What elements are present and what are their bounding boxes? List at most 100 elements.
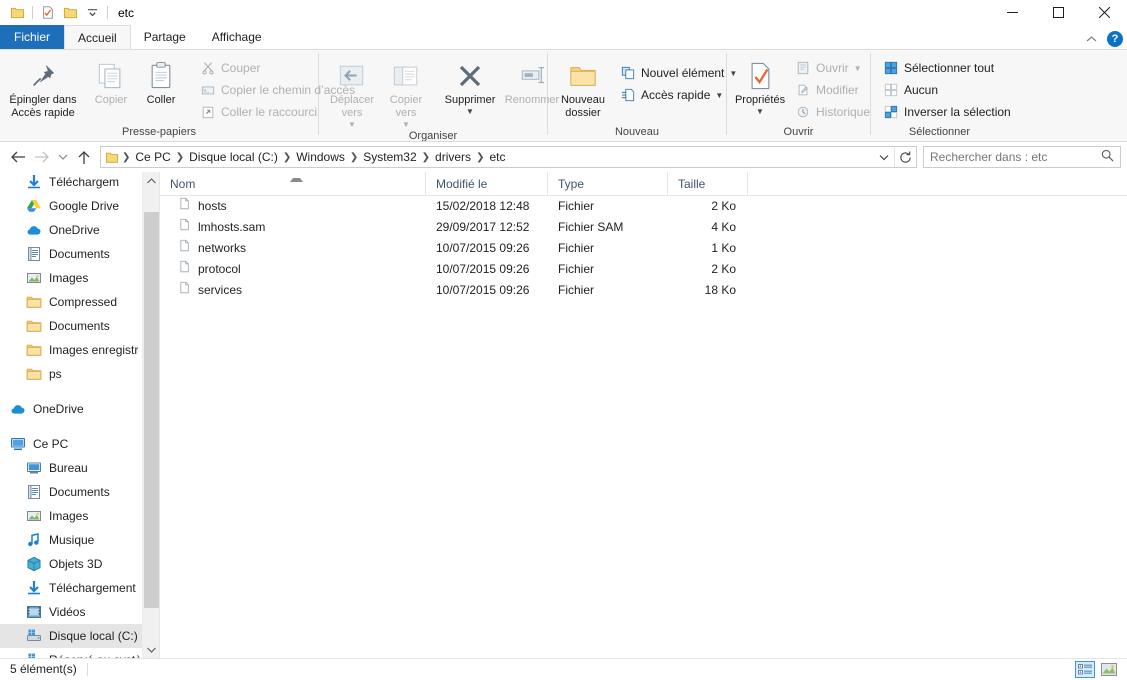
sidebar-item-musique[interactable]: Musique [0, 528, 159, 552]
sidebar-item-documents[interactable]: Documents [0, 314, 159, 338]
scroll-down-arrow-icon[interactable] [143, 641, 159, 658]
easy-access-caret-icon[interactable]: ▼ [715, 91, 723, 100]
details-view-button[interactable] [1075, 661, 1095, 678]
copy-button[interactable]: Copier [86, 55, 136, 107]
sidebar-item-documents[interactable]: Documents [0, 480, 159, 504]
qat-customize-caret-icon[interactable] [81, 2, 103, 24]
breadcrumb-item-ce-pc[interactable]: Ce PC [131, 147, 174, 167]
open-caret-icon[interactable]: ▼ [854, 64, 862, 73]
table-row[interactable]: protocol 10/07/2015 09:26 Fichier 2 Ko [160, 259, 1127, 280]
large-icons-view-button[interactable] [1099, 661, 1119, 678]
sidebar-item-images-enregistr[interactable]: Images enregistr [0, 338, 159, 362]
new-item-button[interactable]: Nouvel élément ▼ [616, 62, 741, 84]
documents-icon [26, 484, 42, 500]
sidebar-item-disque-local-c[interactable]: Disque local (C:) [0, 624, 159, 648]
sidebar-item-ce-pc[interactable]: Ce PC [0, 432, 159, 456]
open-button[interactable]: Ouvrir ▼ [791, 57, 874, 79]
column-header-type[interactable]: Type [548, 171, 668, 196]
folder-icon [26, 342, 42, 358]
table-row[interactable]: lmhosts.sam 29/09/2017 12:52 Fichier SAM 4 … [160, 217, 1127, 238]
address-input[interactable]: ❯ Ce PC ❯ Disque local (C:) ❯ Windows ❯ … [100, 146, 917, 168]
tab-fichier[interactable]: Fichier [0, 25, 65, 49]
move-to-caret-icon[interactable]: ▼ [348, 121, 356, 129]
minimize-button[interactable] [989, 0, 1035, 25]
properties-caret-icon[interactable]: ▼ [756, 108, 764, 116]
sidebar-item-label: Documents [49, 319, 110, 333]
address-dropdown-icon[interactable] [874, 147, 894, 167]
file-icon [178, 217, 191, 238]
move-to-button[interactable]: Déplacer vers ▼ [325, 55, 379, 129]
history-button[interactable]: Historique [791, 101, 874, 123]
file-name-cell[interactable]: hosts [160, 196, 426, 217]
select-none-button[interactable]: Aucun [879, 79, 1015, 101]
close-button[interactable] [1081, 0, 1127, 25]
sidebar-item-t-l-chargement[interactable]: Téléchargement [0, 576, 159, 600]
file-list-pane: Nom Modifié le Type Taille hosts 15/02/20… [160, 171, 1127, 658]
navpane-scrollbar[interactable] [142, 172, 159, 658]
column-header-nom[interactable]: Nom [160, 171, 426, 196]
paste-button[interactable]: Coller [136, 55, 186, 107]
breadcrumb-item-disque-local[interactable]: Disque local (C:) [185, 147, 282, 167]
delete-button[interactable]: Supprimer ▼ [439, 55, 501, 116]
help-icon[interactable]: ? [1107, 31, 1123, 47]
ribbon-group-nouveau: Nouveau dossier Nouvel élément ▼ Accès r… [548, 50, 737, 141]
title-bar: etc [0, 0, 1127, 25]
table-row[interactable]: services 10/07/2015 09:26 Fichier 18 Ko [160, 280, 1127, 301]
edit-button[interactable]: Modifier [791, 79, 874, 101]
sidebar-item-images[interactable]: Images [0, 266, 159, 290]
search-input[interactable]: Rechercher dans : etc [923, 146, 1121, 168]
tab-affichage[interactable]: Affichage [199, 25, 275, 49]
file-name-cell[interactable]: protocol [160, 259, 426, 280]
file-name-cell[interactable]: lmhosts.sam [160, 217, 426, 238]
sidebar-item-images[interactable]: Images [0, 504, 159, 528]
back-button[interactable] [6, 145, 30, 169]
breadcrumb-item-windows[interactable]: Windows [292, 147, 349, 167]
table-row[interactable]: hosts 15/02/2018 12:48 Fichier 2 Ko [160, 196, 1127, 217]
refresh-button[interactable] [894, 147, 916, 167]
breadcrumb-item-etc[interactable]: etc [485, 147, 509, 167]
tab-partage[interactable]: Partage [131, 25, 199, 49]
qat-properties-icon[interactable] [37, 2, 59, 24]
recent-locations-button[interactable] [54, 145, 72, 169]
column-header-taille[interactable]: Taille [668, 171, 748, 196]
breadcrumb-item-system32[interactable]: System32 [359, 147, 420, 167]
sidebar-item-bureau[interactable]: Bureau [0, 456, 159, 480]
table-row[interactable]: networks 10/07/2015 09:26 Fichier 1 Ko [160, 238, 1127, 259]
maximize-button[interactable] [1035, 0, 1081, 25]
sidebar-item-t-l-chargem[interactable]: Téléchargem [0, 172, 159, 194]
delete-caret-icon[interactable]: ▼ [466, 108, 474, 116]
sidebar-item-vid-os[interactable]: Vidéos [0, 600, 159, 624]
scrollbar-thumb[interactable] [144, 212, 159, 608]
properties-button[interactable]: Propriétés ▼ [731, 55, 789, 116]
breadcrumb-item-drivers[interactable]: drivers [431, 147, 475, 167]
qat-new-folder-icon[interactable] [59, 2, 81, 24]
move-to-label: Déplacer vers [329, 94, 375, 119]
scroll-up-arrow-icon[interactable] [143, 172, 159, 189]
sidebar-item-google-drive[interactable]: Google Drive [0, 194, 159, 218]
sidebar-item-onedrive[interactable]: OneDrive [0, 397, 159, 421]
sidebar-item-onedrive[interactable]: OneDrive [0, 218, 159, 242]
select-all-button[interactable]: Sélectionner tout [879, 57, 1015, 79]
sidebar-item-compressed[interactable]: Compressed [0, 290, 159, 314]
invert-selection-button[interactable]: Inverser la sélection [879, 101, 1015, 123]
sidebar-item-objets-3d[interactable]: Objets 3D [0, 552, 159, 576]
up-button[interactable] [72, 145, 96, 169]
sidebar-item-label: Images [49, 509, 89, 523]
easy-access-button[interactable]: Accès rapide ▼ [616, 84, 741, 106]
copy-to-button[interactable]: Copier vers ▼ [379, 55, 433, 129]
search-icon[interactable] [1101, 149, 1114, 165]
copy-to-caret-icon[interactable]: ▼ [402, 121, 410, 129]
sidebar-item-ps[interactable]: ps [0, 362, 159, 386]
sidebar-item-documents[interactable]: Documents [0, 242, 159, 266]
qat-folder-icon[interactable] [6, 2, 28, 24]
collapse-ribbon-icon[interactable] [1083, 31, 1099, 47]
file-name-cell[interactable]: networks [160, 238, 426, 259]
sidebar-item-r-serv-au-syst[interactable]: Réservé au systè [0, 648, 159, 658]
forward-button[interactable] [30, 145, 54, 169]
tab-accueil[interactable]: Accueil [64, 25, 131, 49]
column-header-modifie-le[interactable]: Modifié le [426, 171, 548, 196]
pin-to-quick-access-button[interactable]: Épingler dans Accès rapide [0, 55, 86, 120]
file-name-cell[interactable]: services [160, 280, 426, 301]
new-folder-button[interactable]: Nouveau dossier [554, 55, 612, 120]
